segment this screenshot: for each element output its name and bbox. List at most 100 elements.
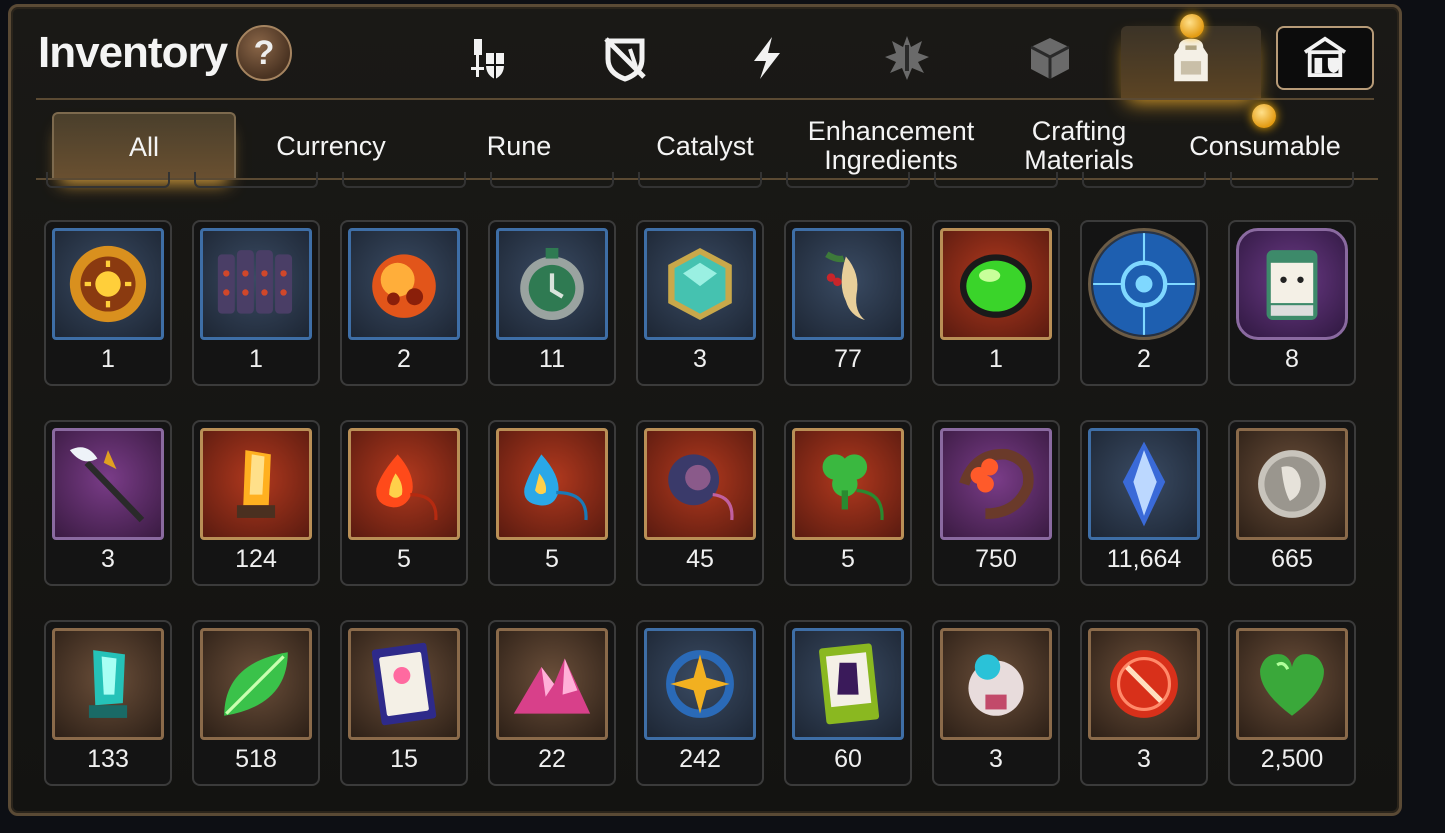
green-costume-card-icon xyxy=(792,628,904,740)
tab-skills[interactable] xyxy=(722,26,812,94)
flower-bracelet-icon xyxy=(940,428,1052,540)
item-slot[interactable]: 3 xyxy=(1080,620,1208,786)
fire-orb-icon xyxy=(348,228,460,340)
help-button[interactable]: ? xyxy=(236,25,292,81)
item-slot[interactable]: 77 xyxy=(784,220,912,386)
item-quantity: 1 xyxy=(101,345,115,373)
tab-materials[interactable] xyxy=(1005,26,1095,94)
item-quantity: 518 xyxy=(235,745,277,773)
item-slot[interactable]: 15 xyxy=(340,620,468,786)
subtab-catalyst[interactable]: Catalyst xyxy=(614,112,796,180)
consumable-tab-notification-dot xyxy=(1252,104,1276,128)
item-quantity: 45 xyxy=(686,545,714,573)
item-quantity: 3 xyxy=(1137,745,1151,773)
blue-rune-circle-icon xyxy=(1088,228,1200,340)
item-quantity: 60 xyxy=(834,745,862,773)
scrolled-row-edge xyxy=(786,172,910,188)
item-quantity: 77 xyxy=(834,345,862,373)
cyan-crystal-icon xyxy=(52,628,164,740)
item-slot[interactable]: 1 xyxy=(192,220,320,386)
subtab-crafting-materials[interactable]: Crafting Materials xyxy=(988,112,1170,180)
tab-equipment[interactable] xyxy=(440,26,530,94)
item-slot[interactable]: 60 xyxy=(784,620,912,786)
green-heart-icon xyxy=(1236,628,1348,740)
blue-crystal-shard-icon xyxy=(1088,428,1200,540)
item-slot[interactable]: 5 xyxy=(488,420,616,586)
item-slot[interactable]: 2 xyxy=(340,220,468,386)
subtab-label-line1: Crafting xyxy=(1031,116,1127,146)
item-slot[interactable]: 1 xyxy=(44,220,172,386)
item-slot[interactable]: 11,664 xyxy=(1080,420,1208,586)
ginseng-root-icon xyxy=(792,228,904,340)
item-slot[interactable]: 2 xyxy=(1080,220,1208,386)
scrolled-row-edge xyxy=(934,172,1058,188)
item-slot[interactable]: 750 xyxy=(932,420,1060,586)
tab-guild-storage[interactable] xyxy=(1276,26,1374,90)
item-slot[interactable]: 242 xyxy=(636,620,764,786)
broken-shield-icon xyxy=(600,33,650,88)
item-slot[interactable]: 45 xyxy=(636,420,764,586)
subtab-all[interactable]: All xyxy=(52,112,236,180)
scrolled-row-edge xyxy=(342,172,466,188)
red-seal-icon xyxy=(1088,628,1200,740)
item-quantity: 3 xyxy=(989,745,1003,773)
item-slot[interactable]: 5 xyxy=(784,420,912,586)
subtab-label-line1: Enhancement xyxy=(807,116,975,146)
item-quantity: 2,500 xyxy=(1260,745,1324,773)
item-quantity: 124 xyxy=(235,545,277,573)
moon-ring-pendant-icon xyxy=(644,428,756,540)
spiky-sword-icon xyxy=(882,33,932,88)
green-leaf-icon xyxy=(200,628,312,740)
item-slot[interactable]: 3 xyxy=(636,220,764,386)
amber-crystal-icon xyxy=(200,428,312,540)
tab-combat[interactable] xyxy=(862,26,952,94)
inventory-tab-notification-dot xyxy=(1180,14,1204,38)
item-quantity: 11,664 xyxy=(1106,545,1182,573)
item-slot[interactable]: 5 xyxy=(340,420,468,586)
item-slot[interactable]: 3 xyxy=(932,620,1060,786)
item-quantity: 665 xyxy=(1271,545,1313,573)
scrolled-row-edge xyxy=(1230,172,1354,188)
subtab-label-line2: Ingredients xyxy=(824,145,958,175)
tab-defense[interactable] xyxy=(580,26,670,94)
item-slot[interactable]: 1 xyxy=(932,220,1060,386)
flame-pendant-icon xyxy=(348,428,460,540)
item-slot[interactable]: 665 xyxy=(1228,420,1356,586)
item-quantity: 11 xyxy=(539,345,565,373)
item-quantity: 1 xyxy=(989,345,1003,373)
scrolled-row-edge xyxy=(194,172,318,188)
item-slot[interactable]: 22 xyxy=(488,620,616,786)
green-clock-icon xyxy=(496,228,608,340)
item-slot[interactable]: 2,500 xyxy=(1228,620,1356,786)
item-slot[interactable]: 124 xyxy=(192,420,320,586)
lightning-icon xyxy=(742,33,792,88)
item-slot[interactable]: 8 xyxy=(1228,220,1356,386)
subtab-label: Consumable xyxy=(1189,130,1341,161)
item-quantity: 15 xyxy=(390,745,418,773)
subtab-rune[interactable]: Rune xyxy=(428,112,610,180)
guild-house-icon xyxy=(1301,35,1349,82)
purple-card-icon xyxy=(348,628,460,740)
item-quantity: 750 xyxy=(975,545,1017,573)
teal-gem-icon xyxy=(644,228,756,340)
water-drop-pendant-icon xyxy=(496,428,608,540)
sun-coin-icon xyxy=(52,228,164,340)
subtab-enhancement-ingredients[interactable]: Enhancement Ingredients xyxy=(800,112,982,180)
subtab-label-line2: Materials xyxy=(1024,145,1134,175)
item-quantity: 2 xyxy=(397,345,411,373)
subtab-currency[interactable]: Currency xyxy=(240,112,422,180)
item-slot[interactable]: 518 xyxy=(192,620,320,786)
item-slot[interactable]: 11 xyxy=(488,220,616,386)
scrolled-row-edge xyxy=(1082,172,1206,188)
item-quantity: 22 xyxy=(538,745,566,773)
pet-food-bag-icon xyxy=(1236,228,1348,340)
item-quantity: 133 xyxy=(87,745,129,773)
green-potion-icon xyxy=(940,228,1052,340)
star-pendant-icon xyxy=(644,628,756,740)
item-slot[interactable]: 3 xyxy=(44,420,172,586)
item-quantity: 2 xyxy=(1137,345,1151,373)
subtab-label: Currency xyxy=(276,130,386,161)
item-quantity: 3 xyxy=(693,345,707,373)
item-quantity: 8 xyxy=(1285,345,1299,373)
item-slot[interactable]: 133 xyxy=(44,620,172,786)
